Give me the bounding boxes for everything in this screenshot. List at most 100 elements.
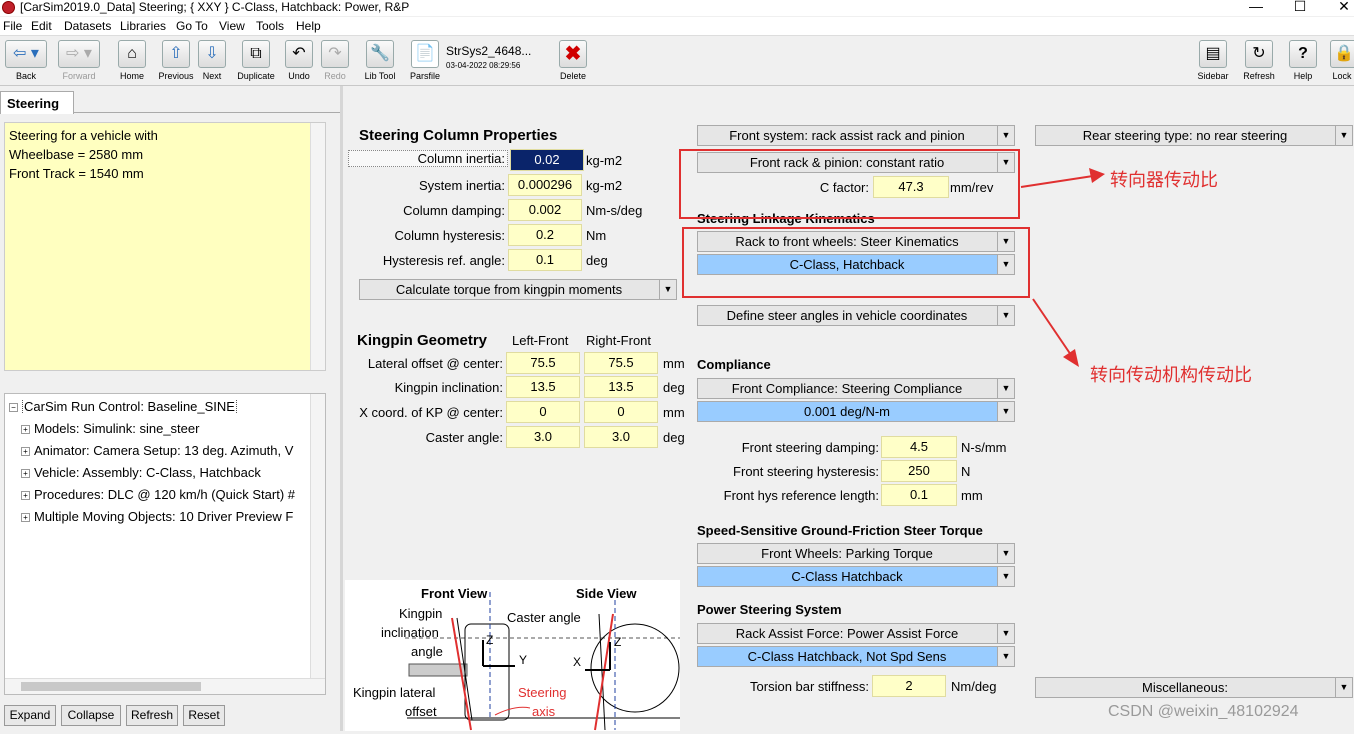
expand-button[interactable]: Expand [4, 705, 56, 726]
front-wheels-parking-dropdown[interactable]: Front Wheels: Parking Torque ▼ [697, 543, 1015, 564]
parsfile-button[interactable]: 📄 Parsfile [408, 40, 442, 84]
compliance-dataset-dropdown[interactable]: 0.001 deg/N-m ▼ [697, 401, 1015, 422]
expand-box-icon[interactable]: + [21, 425, 30, 434]
collapse-button[interactable]: Collapse [61, 705, 121, 726]
front-steering-hysteresis-field[interactable]: 250 [881, 460, 957, 482]
front-hys-ref-length-field[interactable]: 0.1 [881, 484, 957, 506]
inclination-label: inclination [381, 625, 439, 640]
tree-item[interactable]: + Animator: Camera Setup: 13 deg. Azimuth… [21, 443, 325, 458]
chevron-down-icon: ▼ [997, 306, 1014, 325]
menu-edit[interactable]: Edit [31, 19, 52, 33]
tree-item[interactable]: + Vehicle: Assembly: C-Class, Hatchback [21, 465, 325, 480]
torsion-bar-field[interactable]: 2 [872, 675, 946, 697]
redo-button[interactable]: ↷ Redo [320, 40, 350, 84]
caster-angle-left-field[interactable]: 3.0 [506, 426, 580, 448]
minimize-icon[interactable]: — [1244, 0, 1268, 14]
rack-ratio-highlight [679, 149, 1020, 219]
front-compliance-dropdown[interactable]: Front Compliance: Steering Compliance ▼ [697, 378, 1015, 399]
side-z-label: Z [614, 635, 621, 649]
next-button[interactable]: ⇩ Next [198, 40, 226, 84]
lateral-offset-right-field[interactable]: 75.5 [584, 352, 658, 374]
column-hysteresis-unit: Nm [586, 228, 607, 243]
maximize-icon[interactable]: ☐ [1288, 0, 1312, 14]
notes-scrollbar[interactable] [310, 123, 325, 370]
tab-steering[interactable]: Steering [0, 91, 74, 114]
annotation-arrow-1 [1020, 168, 1105, 188]
system-inertia-field[interactable]: 0.000296 [508, 174, 582, 196]
tree-item[interactable]: + Models: Simulink: sine_steer [21, 421, 325, 436]
expand-box-icon[interactable]: + [21, 469, 30, 478]
collapse-box-icon[interactable]: − [9, 403, 18, 412]
delete-button[interactable]: ✖ Delete [558, 40, 588, 84]
chevron-down-icon: ▼ [1335, 126, 1352, 145]
lateral-offset-left-field[interactable]: 75.5 [506, 352, 580, 374]
lib-tool-button[interactable]: 🔧 Lib Tool [360, 40, 400, 84]
notes-textarea[interactable]: Steering for a vehicle with Wheelbase = … [4, 122, 326, 371]
forward-button[interactable]: ⇨ ▾ Forward [56, 40, 102, 84]
expand-box-icon[interactable]: + [21, 513, 30, 522]
refresh-icon: ↻ [1245, 40, 1273, 68]
expand-box-icon[interactable]: + [21, 491, 30, 500]
y-label: Y [519, 653, 527, 667]
x-coord-kp-right-field[interactable]: 0 [584, 401, 658, 423]
lock-icon: 🔒 [1330, 40, 1354, 68]
scroll-thumb[interactable] [21, 682, 201, 691]
help-button[interactable]: ? Help [1288, 40, 1318, 84]
menu-view[interactable]: View [219, 19, 245, 33]
miscellaneous-dropdown[interactable]: Miscellaneous: ▼ [1035, 677, 1353, 698]
parking-dataset-dropdown[interactable]: C-Class Hatchback ▼ [697, 566, 1015, 587]
home-button[interactable]: ⌂ Home [116, 40, 148, 84]
rear-steering-dropdown[interactable]: Rear steering type: no rear steering ▼ [1035, 125, 1353, 146]
x-coord-kp-unit: mm [663, 405, 685, 420]
duplicate-button[interactable]: ⧉ Duplicate [234, 40, 278, 84]
reset-button[interactable]: Reset [183, 705, 225, 726]
kingpin-geometry-figure: Front View Side View Kingpin inclination… [345, 580, 680, 731]
tree-item[interactable]: + Procedures: DLC @ 120 km/h (Quick Start… [21, 487, 325, 502]
chevron-down-icon: ▼ [997, 647, 1014, 666]
hysteresis-ref-angle-field[interactable]: 0.1 [508, 249, 582, 271]
front-system-dropdown[interactable]: Front system: rack assist rack and pinio… [697, 125, 1015, 146]
calc-torque-dropdown[interactable]: Calculate torque from kingpin moments ▼ [359, 279, 677, 300]
kingpin-inclination-right-field[interactable]: 13.5 [584, 376, 658, 398]
define-steer-angles-dropdown[interactable]: Define steer angles in vehicle coordinat… [697, 305, 1015, 326]
undo-button[interactable]: ↶ Undo [284, 40, 314, 84]
refresh-button[interactable]: ↻ Refresh [1242, 40, 1276, 84]
sidebar-button[interactable]: ▤ Sidebar [1196, 40, 1230, 84]
menu-file[interactable]: File [3, 19, 22, 33]
back-button[interactable]: ⇦ ▾ Back [4, 40, 48, 84]
menu-datasets[interactable]: Datasets [64, 19, 111, 33]
torsion-bar-label: Torsion bar stiffness: [750, 679, 869, 694]
menu-goto[interactable]: Go To [176, 19, 208, 33]
kingpin-inclination-left-field[interactable]: 13.5 [506, 376, 580, 398]
power-steering-heading: Power Steering System [697, 602, 842, 617]
front-steering-damping-label: Front steering damping: [741, 440, 879, 455]
forward-arrow-icon: ⇨ ▾ [58, 40, 100, 68]
menu-help[interactable]: Help [296, 19, 321, 33]
x-coord-kp-left-field[interactable]: 0 [506, 401, 580, 423]
column-inertia-field[interactable]: 0.02 [510, 149, 584, 171]
front-steering-damping-field[interactable]: 4.5 [881, 436, 957, 458]
close-icon[interactable]: ✕ [1332, 0, 1354, 14]
tree-hscrollbar[interactable] [5, 678, 325, 694]
tree-root[interactable]: − CarSim Run Control: Baseline_SINE [9, 399, 313, 414]
previous-button[interactable]: ⇧ Previous [156, 40, 196, 84]
expand-box-icon[interactable]: + [21, 447, 30, 456]
column-hysteresis-field[interactable]: 0.2 [508, 224, 582, 246]
tree-vscrollbar[interactable] [310, 394, 325, 678]
kingpin-heading: Kingpin Geometry [357, 332, 488, 349]
column-damping-field[interactable]: 0.002 [508, 199, 582, 221]
rack-assist-dropdown[interactable]: Rack Assist Force: Power Assist Force ▼ [697, 623, 1015, 644]
lateral-offset-label: Lateral offset @ center: [367, 356, 503, 371]
menu-tools[interactable]: Tools [256, 19, 284, 33]
caster-angle-right-field[interactable]: 3.0 [584, 426, 658, 448]
power-assist-dataset-dropdown[interactable]: C-Class Hatchback, Not Spd Sens ▼ [697, 646, 1015, 667]
chevron-down-icon: ▼ [997, 126, 1014, 145]
kingpin-inclination-unit: deg [663, 380, 685, 395]
menu-libraries[interactable]: Libraries [120, 19, 166, 33]
title-bar: [CarSim2019.0_Data] Steering; { XXY } C-… [0, 0, 1354, 16]
tree-refresh-button[interactable]: Refresh [126, 705, 178, 726]
column-inertia-unit: kg-m2 [586, 153, 623, 168]
notes-line: Front Track = 1540 mm [9, 166, 144, 181]
lock-button[interactable]: 🔒 Lock [1330, 40, 1354, 84]
tree-item[interactable]: + Multiple Moving Objects: 10 Driver Prev… [21, 509, 325, 524]
